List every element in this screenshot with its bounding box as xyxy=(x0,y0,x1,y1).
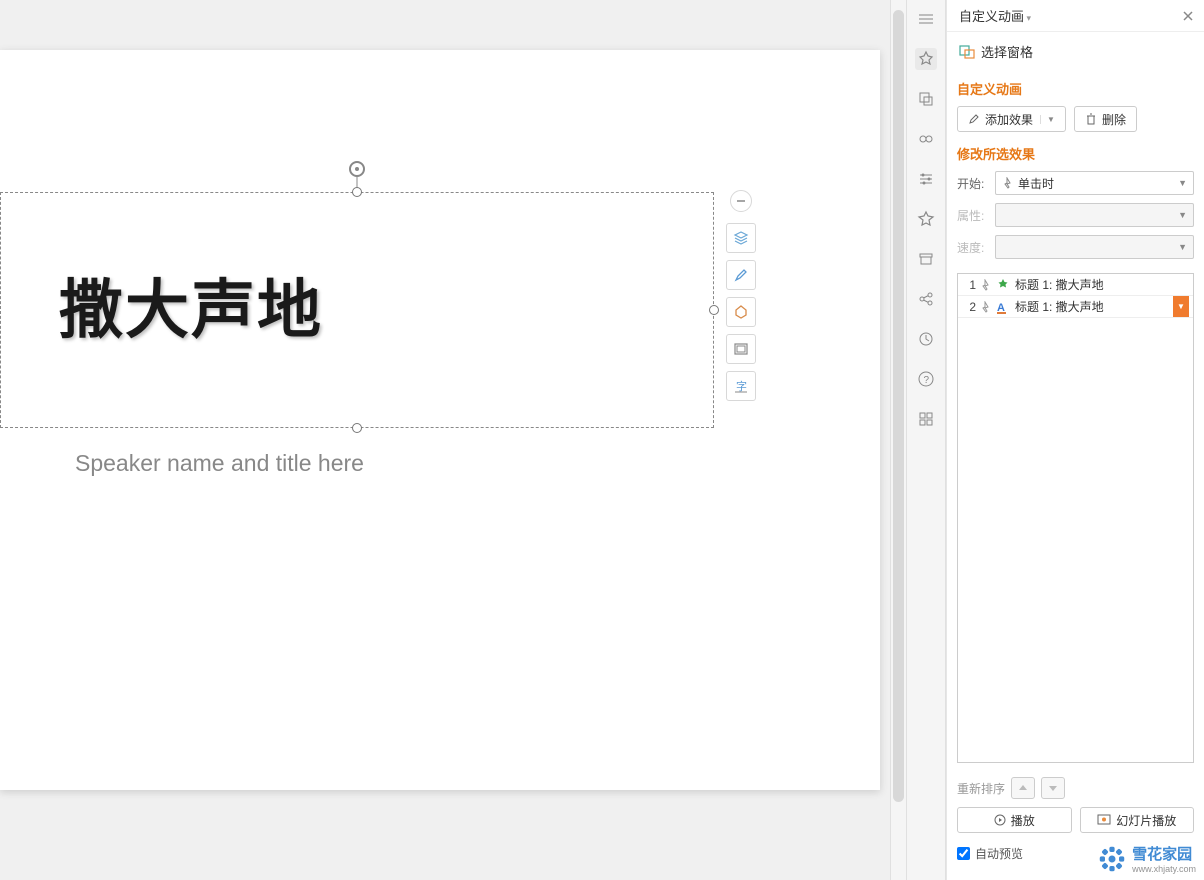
slide-canvas[interactable]: 撒大声地 Speaker name and title here xyxy=(0,50,880,790)
panel-title[interactable]: 自定义动画 xyxy=(959,6,1031,25)
start-label: 开始: xyxy=(957,175,989,192)
right-sidebar: ? xyxy=(906,0,946,880)
watermark: 雪花家园 www.xhjaty.com xyxy=(1098,843,1196,874)
svg-text:字: 字 xyxy=(736,379,747,393)
animation-item[interactable]: 1 标题 1: 撒大声地 xyxy=(958,274,1193,296)
item-number: 2 xyxy=(962,300,976,314)
select-pane-label: 选择窗格 xyxy=(981,42,1033,61)
trash-icon xyxy=(1085,113,1097,125)
item-dropdown[interactable]: ▼ xyxy=(1173,296,1189,317)
star-icon[interactable] xyxy=(915,208,937,230)
layout-icon[interactable] xyxy=(726,334,756,364)
speed-label: 速度: xyxy=(957,239,989,256)
slide-editor-area: 撒大声地 Speaker name and title here 字 xyxy=(0,0,906,880)
text-icon[interactable]: 字 xyxy=(726,371,756,401)
mouse-icon xyxy=(981,279,991,291)
link-icon[interactable] xyxy=(915,128,937,150)
select-pane-link[interactable]: 选择窗格 xyxy=(959,42,1194,61)
watermark-url: www.xhjaty.com xyxy=(1132,864,1196,874)
animation-list[interactable]: 1 标题 1: 撒大声地 2 A xyxy=(957,273,1194,763)
vertical-scrollbar[interactable] xyxy=(890,0,906,880)
auto-preview-checkbox[interactable] xyxy=(957,847,970,860)
slideshow-button[interactable]: 幻灯片播放 xyxy=(1080,807,1195,833)
shape-pane-icon[interactable] xyxy=(915,88,937,110)
watermark-name: 雪花家园 xyxy=(1132,846,1192,863)
archive-icon[interactable] xyxy=(915,248,937,270)
slideshow-label: 幻灯片播放 xyxy=(1116,812,1176,829)
delete-button[interactable]: 删除 xyxy=(1074,106,1137,132)
start-select[interactable]: 单击时 ▼ xyxy=(995,171,1194,195)
animation-item-selected[interactable]: 2 A 标题 1: 撒大声地 ▼ xyxy=(958,296,1193,318)
scrollbar-thumb[interactable] xyxy=(893,10,904,802)
slide-subtitle-text[interactable]: Speaker name and title here xyxy=(75,450,364,477)
share-icon[interactable] xyxy=(915,288,937,310)
pencil-icon xyxy=(968,113,980,125)
emphasis-effect-icon: A xyxy=(996,300,1010,314)
play-label: 播放 xyxy=(1011,812,1035,829)
property-select: ▼ xyxy=(995,203,1194,227)
entrance-effect-icon xyxy=(996,278,1010,292)
delete-label: 删除 xyxy=(1102,111,1126,128)
play-icon xyxy=(994,814,1006,826)
play-button[interactable]: 播放 xyxy=(957,807,1072,833)
brush-icon[interactable] xyxy=(726,260,756,290)
move-up-button[interactable] xyxy=(1011,777,1035,799)
watermark-logo-icon xyxy=(1098,845,1126,873)
animation-panel: 自定义动画 选择窗格 自定义动画 添加效果 ▼ 删除 xyxy=(946,0,1204,880)
property-label: 属性: xyxy=(957,207,989,224)
section-modify-effect: 修改所选效果 xyxy=(957,144,1194,163)
resize-handle-top[interactable] xyxy=(352,187,362,197)
shape-icon[interactable] xyxy=(726,297,756,327)
auto-preview-label: 自动预览 xyxy=(975,845,1023,862)
layers-icon[interactable] xyxy=(726,223,756,253)
help-icon[interactable]: ? xyxy=(915,368,937,390)
add-effect-label: 添加效果 xyxy=(985,111,1033,128)
mouse-click-icon xyxy=(1002,177,1014,189)
resize-handle-right[interactable] xyxy=(709,305,719,315)
item-label: 标题 1: 撒大声地 xyxy=(1015,298,1104,315)
move-down-button[interactable] xyxy=(1041,777,1065,799)
mouse-icon xyxy=(981,301,991,313)
resize-handle-bottom[interactable] xyxy=(352,423,362,433)
title-textbox[interactable]: 撒大声地 xyxy=(0,192,714,428)
rotate-handle[interactable] xyxy=(349,161,365,177)
section-custom-animation: 自定义动画 xyxy=(957,79,1194,98)
apps-icon[interactable] xyxy=(915,408,937,430)
hamburger-icon[interactable] xyxy=(915,8,937,30)
speed-select[interactable]: ▼ xyxy=(995,235,1194,259)
select-pane-icon xyxy=(959,45,975,59)
collapse-button[interactable] xyxy=(730,190,752,212)
object-float-toolbar: 字 xyxy=(726,190,756,401)
settings-icon[interactable] xyxy=(915,168,937,190)
item-number: 1 xyxy=(962,278,976,292)
close-icon[interactable] xyxy=(1182,10,1194,22)
animation-pane-icon[interactable] xyxy=(915,48,937,70)
item-label: 标题 1: 撒大声地 xyxy=(1015,276,1104,293)
history-icon[interactable] xyxy=(915,328,937,350)
slideshow-icon xyxy=(1097,814,1111,826)
slide-title-text[interactable]: 撒大声地 xyxy=(59,259,323,351)
start-value: 单击时 xyxy=(1018,175,1054,192)
svg-text:?: ? xyxy=(924,375,930,386)
reorder-label: 重新排序 xyxy=(957,780,1005,797)
add-effect-button[interactable]: 添加效果 ▼ xyxy=(957,106,1066,132)
